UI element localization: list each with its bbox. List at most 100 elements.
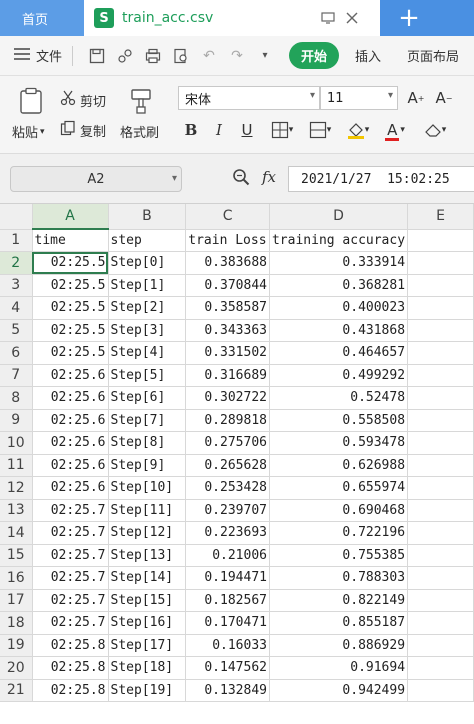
row-header[interactable]: 12 [0,476,33,500]
close-icon[interactable] [344,10,360,26]
cell-c[interactable]: train Loss [185,229,270,252]
cell-d[interactable]: 0.558508 [269,409,409,432]
cell-d[interactable]: 0.499292 [269,364,409,387]
cell-b[interactable]: Step[7] [108,409,187,432]
cell-c[interactable]: 0.383688 [185,251,270,275]
cell-b[interactable]: Step[16] [108,611,187,635]
cell-a[interactable]: time [32,229,109,252]
row-header[interactable]: 10 [0,431,33,455]
cell-e[interactable] [407,319,474,342]
cut-button[interactable]: 剪切 [60,90,106,110]
increase-font-icon[interactable]: A + [404,86,428,110]
zoom-icon[interactable] [232,168,250,190]
column-header-e[interactable]: E [407,204,474,230]
chevron-down-icon[interactable]: ▾ [254,45,276,67]
cell-e[interactable] [407,296,474,320]
row-header[interactable]: 9 [0,409,33,432]
cell-e[interactable] [407,251,474,275]
cell-c[interactable]: 0.194471 [185,566,270,590]
cell-c[interactable]: 0.343363 [185,319,270,342]
cell-e[interactable] [407,229,474,252]
row-header[interactable]: 5 [0,319,33,342]
cell-d[interactable]: 0.855187 [269,611,409,635]
paste-button[interactable]: 粘贴 ▾ [12,122,45,141]
cell-b[interactable]: Step[15] [108,589,187,612]
row-header[interactable]: 15 [0,544,33,567]
cell-c[interactable]: 0.331502 [185,341,270,365]
name-box[interactable]: A2 ▾ [10,166,182,192]
spreadsheet-grid[interactable]: A B C D E 1 time step train Loss training ac… [0,204,474,724]
merge-cells-icon[interactable]: ▾ [304,118,336,142]
column-header-d[interactable]: D [269,204,409,230]
cell-a[interactable]: 02:25.6 [32,454,109,477]
select-all-corner[interactable] [0,204,33,230]
cell-e[interactable] [407,431,474,455]
cell-a[interactable]: 02:25.7 [32,521,109,545]
formula-input[interactable]: 2021/1/27 15:02:25 [288,166,474,192]
undo-icon[interactable]: ↶ [198,45,220,67]
cell-b[interactable]: Step[5] [108,364,187,387]
cell-b[interactable]: Step[18] [108,656,187,680]
cell-c[interactable]: 0.370844 [185,274,270,297]
cell-c[interactable]: 0.16033 [185,634,270,657]
cell-a[interactable]: 02:25.6 [32,364,109,387]
font-color-icon[interactable]: A ▾ [380,118,412,142]
export-icon[interactable] [114,45,136,67]
row-header[interactable]: 14 [0,521,33,545]
cell-e[interactable] [407,521,474,545]
row-header[interactable]: 18 [0,611,33,635]
print-preview-icon[interactable] [170,45,192,67]
row-header[interactable]: 7 [0,364,33,387]
row-header[interactable]: 21 [0,679,33,702]
cell-b[interactable]: Step[11] [108,499,187,522]
cell-b[interactable]: Step[4] [108,341,187,365]
cell-e[interactable] [407,274,474,297]
cell-a[interactable]: 02:25.6 [32,386,109,410]
cell-e[interactable] [407,544,474,567]
cell-e[interactable] [407,679,474,702]
cell-a[interactable]: 02:25.7 [32,589,109,612]
format-painter-button[interactable]: 格式刷 [120,122,159,141]
cell-e[interactable] [407,566,474,590]
row-header[interactable]: 19 [0,634,33,657]
cell-c[interactable]: 0.358587 [185,296,270,320]
cell-c[interactable]: 0.132849 [185,679,270,702]
cell-d[interactable]: 0.755385 [269,544,409,567]
cell-d[interactable]: 0.52478 [269,386,409,410]
cell-d[interactable]: 0.886929 [269,634,409,657]
cell-a[interactable]: 02:25.6 [32,476,109,500]
row-header[interactable]: 3 [0,274,33,297]
cell-d[interactable]: 0.400023 [269,296,409,320]
cell-e[interactable] [407,634,474,657]
row-header[interactable]: 16 [0,566,33,590]
cell-a[interactable]: 02:25.5 [32,274,109,297]
cell-e[interactable] [407,409,474,432]
cell-d[interactable]: 0.690468 [269,499,409,522]
cell-e[interactable] [407,589,474,612]
cell-b[interactable]: Step[14] [108,566,187,590]
cell-d[interactable]: 0.788303 [269,566,409,590]
cell-a[interactable]: 02:25.5 [32,319,109,342]
cell-e[interactable] [407,454,474,477]
cell-e[interactable] [407,611,474,635]
cell-a[interactable]: 02:25.7 [32,499,109,522]
start-tab[interactable]: 开始 [289,42,340,69]
fill-color-icon[interactable]: ▾ [342,118,374,142]
row-header[interactable]: 6 [0,341,33,365]
cell-a[interactable]: 02:25.6 [32,431,109,455]
cell-b[interactable]: Step[17] [108,634,187,657]
cell-c[interactable]: 0.223693 [185,521,270,545]
row-header[interactable]: 20 [0,656,33,680]
cell-b[interactable]: Step[8] [108,431,187,455]
function-icon[interactable]: fx [262,168,276,186]
cell-d[interactable]: 0.626988 [269,454,409,477]
cell-a[interactable]: 02:25.5 [32,341,109,365]
decrease-font-icon[interactable]: A − [432,86,456,110]
cell-d[interactable]: 0.655974 [269,476,409,500]
cell-e[interactable] [407,386,474,410]
redo-icon[interactable]: ↷ [226,45,248,67]
paste-icon[interactable] [16,86,46,116]
cell-a[interactable]: 02:25.5 [32,296,109,320]
tab-file[interactable]: S train_acc.csv [84,0,380,36]
cell-a[interactable]: 02:25.6 [32,409,109,432]
